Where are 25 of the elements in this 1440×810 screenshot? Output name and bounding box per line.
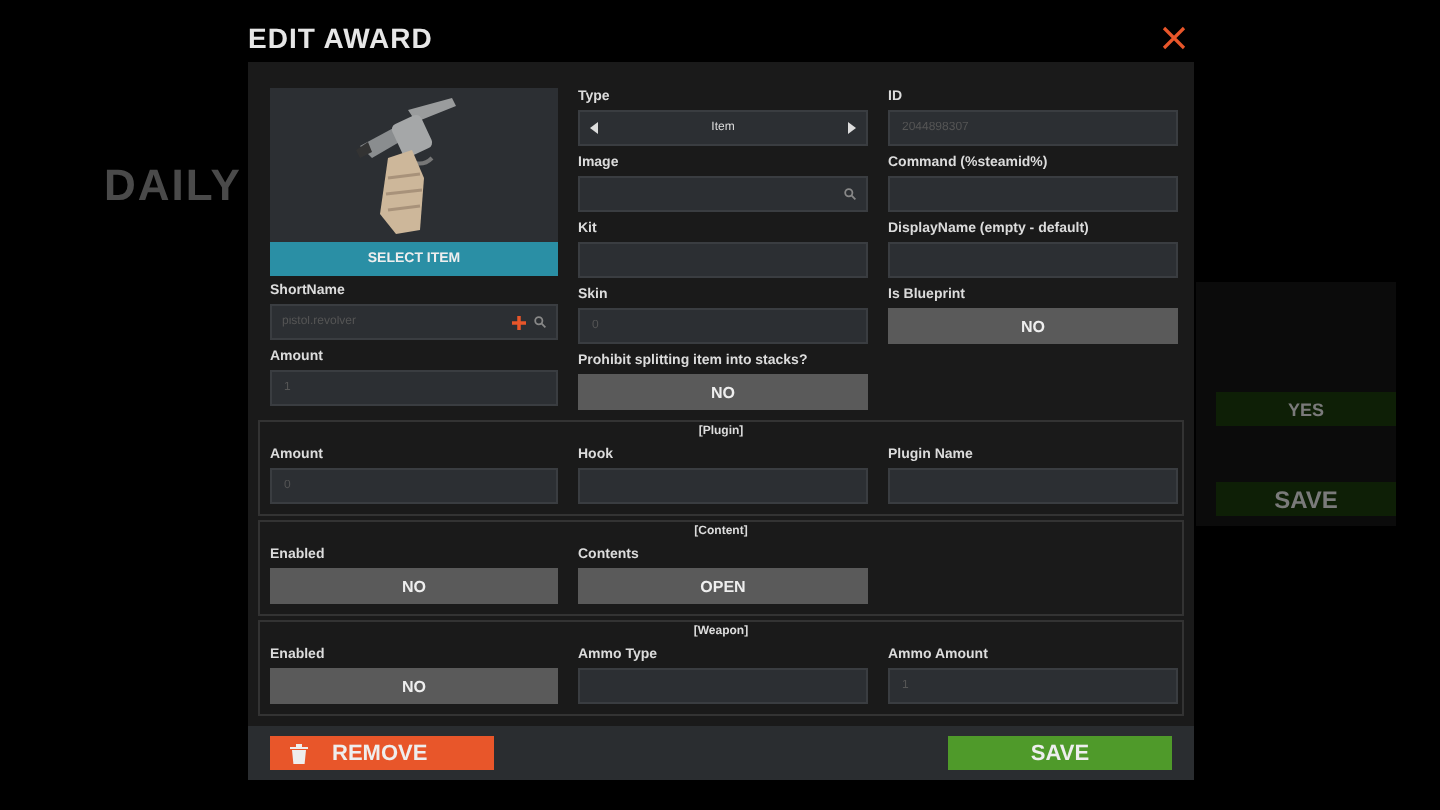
input-field[interactable] [578,668,868,704]
input-field[interactable] [578,242,868,278]
open-button[interactable]: OPEN [578,568,868,604]
input-field[interactable] [888,242,1178,278]
input-field[interactable] [578,468,868,504]
dialog-title: EDIT AWARD [248,21,433,53]
background-heading: DAILY [104,160,242,212]
toggle-button[interactable]: NO [270,568,558,604]
close-icon[interactable] [1162,25,1186,49]
previous-arrow-icon[interactable] [588,122,600,134]
input-field[interactable] [888,468,1178,504]
plus-icon[interactable] [512,315,526,329]
next-arrow-icon[interactable] [845,122,858,134]
search-icon[interactable] [534,316,546,328]
save-button[interactable]: SAVE [948,736,1172,770]
toggle-button[interactable]: NO [578,374,868,410]
remove-button[interactable]: REMOVE [270,736,494,770]
search-icon[interactable] [844,188,856,200]
background-button[interactable]: YES [1216,392,1396,426]
toggle-button[interactable]: NO [888,308,1178,344]
input-box[interactable] [578,176,868,212]
background-button[interactable]: SAVE [1216,482,1396,516]
input-field[interactable] [888,176,1178,212]
trash-icon [290,743,308,763]
toggle-button[interactable]: NO [270,668,558,704]
